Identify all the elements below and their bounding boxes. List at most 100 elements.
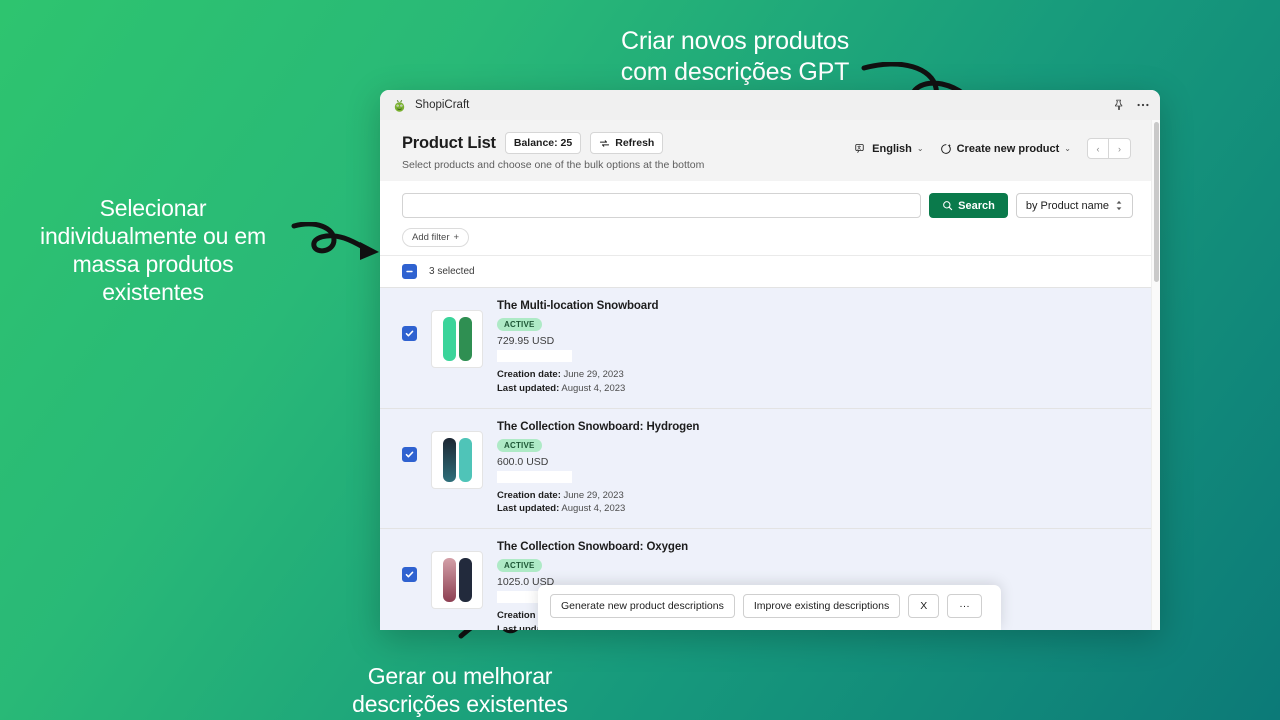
browser-viewport: Product List Balance: 25 Refresh Select … bbox=[380, 120, 1160, 630]
close-bulk-bar-button[interactable]: X bbox=[908, 594, 939, 618]
language-selector[interactable]: 文 English ⌄ bbox=[855, 143, 923, 155]
check-icon bbox=[405, 450, 414, 459]
window-title: ShopiCraft bbox=[415, 99, 469, 111]
product-list: The Multi-location Snowboard ACTIVE 729.… bbox=[380, 287, 1151, 630]
create-new-product-button[interactable]: Create new product ⌄ bbox=[940, 143, 1071, 155]
header-title-row: Product List Balance: 25 Refresh bbox=[402, 132, 704, 154]
more-options-icon[interactable] bbox=[1136, 99, 1150, 111]
annotation-bottom-line2: descrições existentes bbox=[300, 690, 620, 718]
page-subtitle: Select products and choose one of the bu… bbox=[402, 159, 704, 171]
window-controls bbox=[1113, 99, 1150, 111]
language-label: English bbox=[872, 143, 912, 155]
app-page: Product List Balance: 25 Refresh Select … bbox=[380, 120, 1151, 630]
selection-count: 3 selected bbox=[429, 266, 475, 277]
product-price: 729.95 USD bbox=[497, 335, 1131, 347]
product-thumbnail bbox=[431, 431, 483, 489]
bulk-actions-bar: Generate new product descriptions Improv… bbox=[538, 585, 1001, 630]
pagination-prev-button[interactable]: ‹ bbox=[1087, 138, 1109, 159]
status-badge: ACTIVE bbox=[497, 559, 542, 572]
vertical-scrollbar[interactable] bbox=[1151, 120, 1160, 630]
generate-descriptions-button[interactable]: Generate new product descriptions bbox=[550, 594, 735, 618]
board-left bbox=[443, 438, 456, 482]
annotation-top-line1: Criar novos produtos bbox=[560, 26, 910, 57]
search-input[interactable] bbox=[402, 193, 921, 218]
annotation-left-line3: massa produtos bbox=[8, 250, 298, 278]
window-titlebar: ShopiCraft bbox=[380, 90, 1160, 120]
annotation-bottom: Gerar ou melhorar descrições existentes bbox=[300, 662, 620, 718]
creation-date-value: June 29, 2023 bbox=[564, 490, 624, 501]
search-row: Search by Product name bbox=[380, 181, 1151, 218]
refresh-label: Refresh bbox=[615, 137, 654, 149]
board-right bbox=[459, 317, 472, 361]
board-left bbox=[443, 317, 456, 361]
sort-chevrons-icon bbox=[1115, 200, 1123, 211]
annotation-bottom-line1: Gerar ou melhorar bbox=[300, 662, 620, 690]
last-updated-label: Last updated: bbox=[497, 503, 559, 514]
shopicraft-logo-icon bbox=[392, 98, 407, 113]
status-badge: ACTIVE bbox=[497, 439, 542, 452]
last-updated-value: August 4, 2023 bbox=[561, 383, 625, 394]
search-scope-select[interactable]: by Product name bbox=[1016, 193, 1133, 218]
search-button[interactable]: Search bbox=[929, 193, 1008, 218]
pagination: ‹ › bbox=[1087, 138, 1131, 159]
arrow-left-icon bbox=[290, 222, 385, 264]
board-right bbox=[459, 438, 472, 482]
chevron-down-icon: ⌄ bbox=[1064, 144, 1071, 153]
svg-text:文: 文 bbox=[856, 145, 861, 150]
last-updated-label: Last updated: bbox=[497, 383, 559, 394]
table-row[interactable]: The Collection Snowboard: Hydrogen ACTIV… bbox=[380, 408, 1151, 529]
browser-window: ShopiCraft Product List Balance: 25 bbox=[380, 90, 1160, 630]
annotation-left-line2: individualmente ou em bbox=[8, 222, 298, 250]
product-description-placeholder bbox=[497, 471, 572, 483]
content-area: Search by Product name Add filter + bbox=[380, 181, 1151, 630]
refresh-button[interactable]: Refresh bbox=[590, 132, 663, 154]
plus-icon: + bbox=[454, 232, 460, 243]
last-updated-value: August 4, 2023 bbox=[561, 503, 625, 514]
search-scope-label: by Product name bbox=[1026, 200, 1109, 212]
row-checkbox[interactable] bbox=[402, 326, 417, 341]
creation-date-value: June 29, 2023 bbox=[564, 369, 624, 380]
add-filter-chip[interactable]: Add filter + bbox=[402, 228, 469, 247]
translate-icon: 文 bbox=[855, 143, 867, 155]
product-name: The Collection Snowboard: Oxygen bbox=[497, 541, 1131, 553]
product-thumbnail bbox=[431, 310, 483, 368]
creation-date-label: Creation date: bbox=[497, 490, 561, 501]
product-name: The Collection Snowboard: Hydrogen bbox=[497, 421, 1131, 433]
header-right: 文 English ⌄ Create new product ⌄ bbox=[855, 132, 1131, 159]
page-title: Product List bbox=[402, 134, 496, 153]
check-icon bbox=[405, 570, 414, 579]
creation-date-label: Creation date: bbox=[497, 369, 561, 380]
sparkle-icon bbox=[940, 143, 952, 155]
refresh-icon bbox=[599, 138, 610, 149]
product-meta: Creation date: June 29, 2023 Last update… bbox=[497, 368, 1131, 396]
board-left bbox=[443, 558, 456, 602]
more-bulk-actions-button[interactable]: ··· bbox=[947, 594, 982, 618]
row-checkbox[interactable] bbox=[402, 567, 417, 582]
pagination-next-button[interactable]: › bbox=[1109, 138, 1131, 159]
scrollbar-thumb[interactable] bbox=[1154, 122, 1159, 282]
filter-row: Add filter + bbox=[380, 218, 1151, 255]
product-description-placeholder bbox=[497, 350, 572, 362]
annotation-left-line1: Selecionar bbox=[8, 194, 298, 222]
annotation-top: Criar novos produtos com descrições GPT bbox=[560, 26, 910, 87]
check-icon bbox=[405, 329, 414, 338]
product-meta: Creation date: June 29, 2023 Last update… bbox=[497, 489, 1131, 517]
pin-icon[interactable] bbox=[1113, 99, 1125, 111]
product-info: The Multi-location Snowboard ACTIVE 729.… bbox=[497, 300, 1131, 396]
status-badge: ACTIVE bbox=[497, 318, 542, 331]
product-info: The Collection Snowboard: Hydrogen ACTIV… bbox=[497, 421, 1131, 517]
product-name: The Multi-location Snowboard bbox=[497, 300, 1131, 312]
improve-descriptions-button[interactable]: Improve existing descriptions bbox=[743, 594, 900, 618]
product-thumbnail bbox=[431, 551, 483, 609]
product-price: 600.0 USD bbox=[497, 456, 1131, 468]
annotation-top-line2: com descrições GPT bbox=[560, 57, 910, 88]
create-new-product-label: Create new product bbox=[957, 143, 1060, 155]
row-checkbox[interactable] bbox=[402, 447, 417, 462]
select-all-checkbox[interactable] bbox=[402, 264, 417, 279]
header-left: Product List Balance: 25 Refresh Select … bbox=[402, 132, 704, 171]
search-icon bbox=[942, 200, 953, 211]
search-button-label: Search bbox=[958, 200, 995, 212]
indeterminate-icon bbox=[405, 267, 414, 276]
table-row[interactable]: The Multi-location Snowboard ACTIVE 729.… bbox=[380, 287, 1151, 408]
board-right bbox=[459, 558, 472, 602]
